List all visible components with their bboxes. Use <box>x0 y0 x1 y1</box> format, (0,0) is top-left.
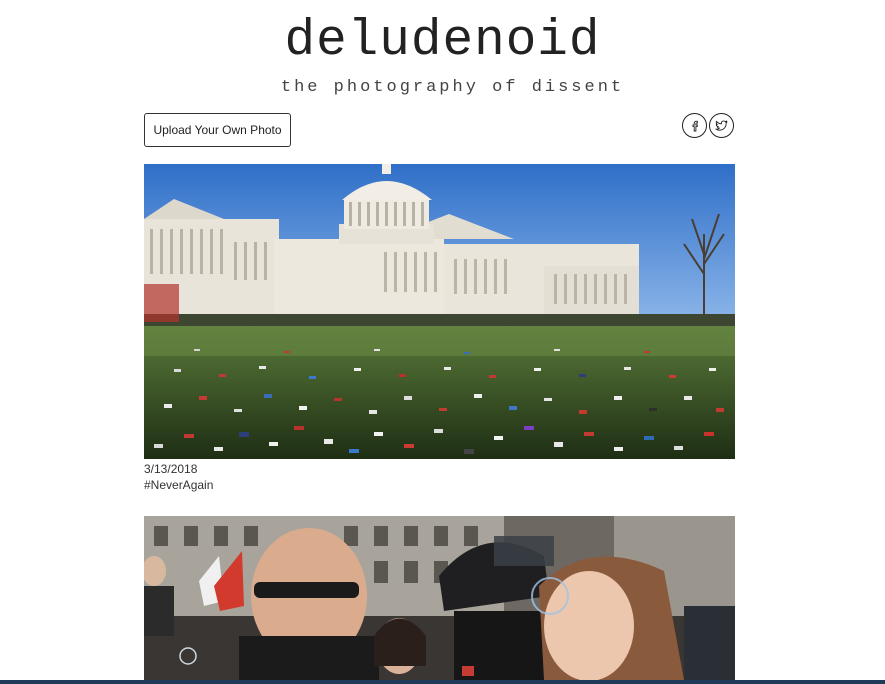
bottom-bar <box>0 680 885 684</box>
facebook-icon <box>692 120 698 131</box>
photo-hashtag[interactable]: #NeverAgain <box>144 477 735 493</box>
upload-photo-button[interactable]: Upload Your Own Photo <box>144 113 291 147</box>
site-title[interactable]: deludenoid <box>0 14 885 70</box>
photo-post: 3/13/2018 #NeverAgain <box>144 164 735 493</box>
social-links <box>682 113 734 138</box>
twitter-icon <box>715 120 728 131</box>
site-tagline: the photography of dissent <box>280 78 625 97</box>
photo-date: 3/13/2018 <box>144 462 198 476</box>
photo-image[interactable] <box>144 516 735 680</box>
twitter-link[interactable] <box>709 113 734 138</box>
photo-post <box>144 516 735 680</box>
photo-image[interactable] <box>144 164 735 459</box>
facebook-link[interactable] <box>682 113 707 138</box>
